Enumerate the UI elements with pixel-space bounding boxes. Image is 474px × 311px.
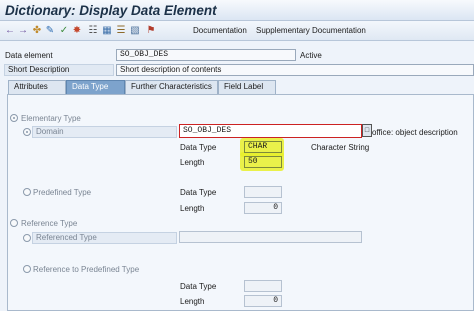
- refpre-length-field[interactable]: 0: [244, 295, 282, 307]
- predefined-type-label: Predefined Type: [33, 188, 92, 197]
- hierarchy-icon[interactable]: ▦: [101, 25, 113, 37]
- reference-type-radio[interactable]: [10, 219, 18, 227]
- reference-predefined-radio[interactable]: [23, 265, 31, 273]
- tab-further-characteristics-label: Further Characteristics: [131, 82, 212, 91]
- application-toolbar: ← → ✤ ✎ ✓ ✸ ☷ ▦ ☰ ▧ ⚑ Documentation Supp…: [0, 21, 474, 41]
- domain-length-field[interactable]: 50: [244, 156, 282, 168]
- reference-type-label: Reference Type: [21, 219, 78, 228]
- where-used-icon[interactable]: ☷: [87, 25, 99, 37]
- elementary-type-radio[interactable]: [10, 114, 18, 122]
- referenced-type-label: Referenced Type: [32, 232, 177, 244]
- tab-data-type[interactable]: Data Type: [66, 80, 125, 94]
- domain-data-type-field[interactable]: CHAR: [244, 141, 282, 153]
- forward-arrow-icon[interactable]: →: [17, 25, 29, 37]
- reference-predefined-label: Reference to Predefined Type: [33, 265, 140, 274]
- refpre-length-label: Length: [180, 297, 205, 306]
- tab-data-type-label: Data Type: [72, 82, 109, 91]
- tab-attributes[interactable]: Attributes: [8, 80, 66, 94]
- referenced-type-field[interactable]: [179, 231, 362, 243]
- display-object-list-icon[interactable]: ☰: [115, 25, 127, 37]
- window-title: Dictionary: Display Data Element: [5, 3, 217, 18]
- tab-field-label-label: Field Label: [224, 82, 264, 91]
- search-help-icon[interactable]: □: [362, 124, 372, 137]
- status-text: Active: [300, 51, 322, 60]
- domain-field[interactable]: SO_OBJ_DES: [179, 124, 362, 138]
- help-info-icon[interactable]: ⚑: [145, 25, 157, 37]
- other-object-icon[interactable]: ✤: [31, 25, 43, 37]
- domain-description: office: object description: [372, 128, 458, 137]
- domain-radio[interactable]: [23, 128, 31, 136]
- tab-further-characteristics[interactable]: Further Characteristics: [125, 80, 218, 94]
- elementary-type-label: Elementary Type: [21, 114, 81, 123]
- tab-attributes-label: Attributes: [14, 82, 48, 91]
- data-element-field[interactable]: SO_OBJ_DES: [116, 49, 296, 61]
- title-bar: Dictionary: Display Data Element: [0, 0, 474, 21]
- short-description-label: Short Description: [4, 64, 114, 76]
- predef-data-type-label: Data Type: [180, 188, 217, 197]
- tab-field-label[interactable]: Field Label: [218, 80, 276, 94]
- refpre-data-type-field[interactable]: [244, 280, 282, 292]
- documentation-button[interactable]: Documentation: [193, 26, 247, 35]
- short-description-field[interactable]: Short description of contents: [116, 64, 474, 76]
- activate-icon[interactable]: ✸: [71, 25, 83, 37]
- domain-data-type-label: Data Type: [180, 143, 217, 152]
- predefined-type-radio[interactable]: [23, 188, 31, 196]
- refpre-data-type-label: Data Type: [180, 282, 217, 291]
- domain-label: Domain: [32, 126, 177, 138]
- predef-length-field[interactable]: 0: [244, 202, 282, 214]
- check-icon[interactable]: ✓: [58, 25, 70, 37]
- back-arrow-icon[interactable]: ←: [4, 25, 16, 37]
- predef-data-type-field[interactable]: [244, 186, 282, 198]
- predef-length-label: Length: [180, 204, 205, 213]
- domain-data-type-text: Character String: [311, 143, 370, 152]
- referenced-type-radio[interactable]: [23, 234, 31, 242]
- domain-length-label: Length: [180, 158, 205, 167]
- data-element-label: Data element: [5, 51, 53, 60]
- display-change-icon[interactable]: ✎: [44, 25, 56, 37]
- navigation-icon[interactable]: ▧: [129, 25, 141, 37]
- supplementary-documentation-button[interactable]: Supplementary Documentation: [256, 26, 366, 35]
